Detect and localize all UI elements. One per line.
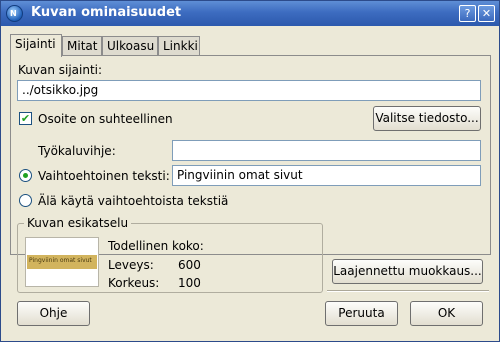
app-icon: N bbox=[6, 5, 23, 22]
advanced-edit-button[interactable]: Laajennettu muokkaus... bbox=[332, 259, 483, 284]
close-icon[interactable]: ✕ bbox=[478, 5, 495, 22]
separator bbox=[327, 290, 489, 292]
tooltip-input[interactable] bbox=[172, 140, 481, 161]
alt-text-label: Vaihtoehtoinen teksti: bbox=[38, 169, 170, 183]
help-title-button[interactable]: ? bbox=[459, 5, 476, 22]
tab-location[interactable]: Sijainti bbox=[10, 34, 62, 57]
tooltip-label: Työkaluvihje: bbox=[38, 144, 116, 158]
preview-banner-image: Pingviinin omat sivut bbox=[27, 255, 97, 269]
image-properties-dialog: N Kuvan ominaisuudet ? ✕ Sijainti Mitat … bbox=[0, 0, 500, 342]
no-alt-text-radio[interactable] bbox=[19, 194, 32, 207]
alt-text-input[interactable]: Pingviinin omat sivut bbox=[172, 165, 481, 186]
no-alt-text-label: Älä käytä vaihtoehtoista tekstiä bbox=[38, 194, 229, 208]
height-value: 100 bbox=[178, 276, 201, 290]
alt-text-radio[interactable] bbox=[19, 169, 32, 182]
image-location-input[interactable]: ../otsikko.jpg bbox=[17, 80, 481, 101]
relative-url-label: Osoite on suhteellinen bbox=[38, 112, 173, 126]
tab-appearance[interactable]: Ulkoasu bbox=[102, 36, 158, 56]
cancel-button[interactable]: Peruuta bbox=[325, 301, 398, 326]
width-label: Leveys: bbox=[108, 258, 154, 272]
tab-dimensions[interactable]: Mitat bbox=[62, 36, 102, 56]
title-bar[interactable]: N Kuvan ominaisuudet ? ✕ bbox=[1, 1, 499, 26]
relative-url-checkbox[interactable]: ✔ bbox=[19, 112, 32, 125]
image-location-label: Kuvan sijainti: bbox=[18, 63, 103, 77]
help-button[interactable]: Ohje bbox=[17, 301, 90, 326]
tab-link[interactable]: Linkki bbox=[158, 36, 200, 56]
image-preview-legend: Kuvan esikatselu bbox=[24, 216, 132, 230]
image-preview: Pingviinin omat sivut bbox=[25, 237, 99, 287]
radio-selected-dot bbox=[23, 173, 28, 178]
height-label: Korkeus: bbox=[108, 276, 160, 290]
window-title: Kuvan ominaisuudet bbox=[31, 5, 182, 20]
ok-button[interactable]: OK bbox=[410, 301, 483, 326]
choose-file-button[interactable]: Valitse tiedosto... bbox=[373, 106, 481, 131]
width-value: 600 bbox=[178, 258, 201, 272]
actual-size-label: Todellinen koko: bbox=[108, 239, 204, 253]
